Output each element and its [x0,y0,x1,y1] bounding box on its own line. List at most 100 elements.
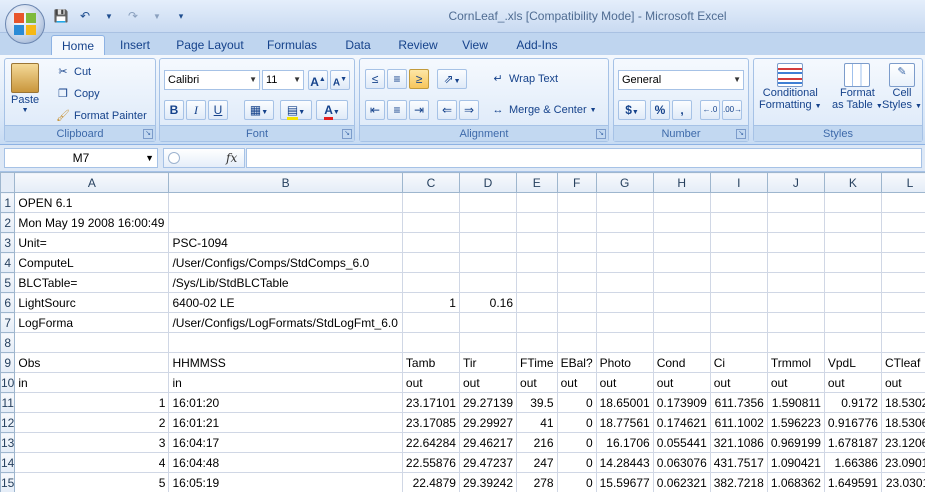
cell-k15[interactable]: 1.649591 [823,472,882,492]
decrease-decimal-button[interactable]: .00→ [722,100,742,120]
dialog-launcher-icon[interactable]: ↘ [596,129,606,139]
fill-color-button[interactable]: ▤▼ [280,100,312,120]
cell-b13[interactable]: 16:04:17 [168,432,403,453]
cell-l9[interactable]: CTleaf [880,352,925,373]
cell-f14[interactable]: 0 [556,452,597,473]
cell-d10[interactable]: out [458,372,518,393]
column-header-h[interactable]: H [652,172,711,193]
cell-e10[interactable]: out [516,372,558,393]
cell-j14[interactable]: 1.090421 [766,452,825,473]
row-header[interactable]: 13 [0,432,16,453]
cell-b10[interactable]: in [168,372,403,393]
cell-a8[interactable] [14,332,170,353]
column-header-j[interactable]: J [766,172,825,193]
cell-j13[interactable]: 0.969199 [766,432,825,453]
cell-j9[interactable]: Trmmol [766,352,825,373]
cell-d12[interactable]: 29.29927 [458,412,518,433]
cell-h9[interactable]: Cond [652,352,711,373]
cell-j12[interactable]: 1.596223 [766,412,825,433]
cell-h1[interactable] [652,192,711,213]
cell-j5[interactable] [766,272,825,293]
cell-d6[interactable]: 0.16 [458,292,518,313]
currency-button[interactable]: $▼ [618,100,646,120]
cell-g13[interactable]: 16.1706 [595,432,654,453]
bold-button[interactable]: B [164,100,184,120]
cell-f4[interactable] [556,252,597,273]
cell-d13[interactable]: 29.46217 [458,432,518,453]
cell-c3[interactable] [401,232,460,253]
cell-g11[interactable]: 18.65001 [595,392,654,413]
cell-d4[interactable] [458,252,518,273]
row-header[interactable]: 15 [0,472,16,492]
cell-k6[interactable] [823,292,882,313]
cell-a9[interactable]: Obs [14,352,170,373]
cell-h3[interactable] [652,232,711,253]
cell-h7[interactable] [652,312,711,333]
cell-i7[interactable] [709,312,768,333]
cell-a13[interactable]: 3 [14,432,170,453]
cell-e12[interactable]: 41 [516,412,558,433]
cell-g6[interactable] [595,292,654,313]
column-header-g[interactable]: G [595,172,654,193]
cell-c12[interactable]: 23.17085 [401,412,460,433]
row-header[interactable]: 11 [0,392,16,413]
cell-l12[interactable]: 18.53063 [880,412,925,433]
cell-k13[interactable]: 1.678187 [823,432,882,453]
cell-c14[interactable]: 22.55876 [401,452,460,473]
number-format-select[interactable]: General ▼ [618,70,744,90]
shrink-font-button[interactable]: A▼ [330,70,350,90]
dialog-launcher-icon[interactable]: ↘ [736,129,746,139]
cell-i9[interactable]: Ci [709,352,768,373]
cell-g4[interactable] [595,252,654,273]
cell-k3[interactable] [823,232,882,253]
office-button[interactable] [5,4,45,44]
row-header[interactable]: 5 [0,272,16,293]
insert-function-button[interactable]: fx [226,149,237,167]
row-header[interactable]: 2 [0,212,16,233]
cell-f7[interactable] [556,312,597,333]
grow-font-button[interactable]: A▲ [308,70,328,90]
cell-i3[interactable] [709,232,768,253]
underline-button[interactable]: U [208,100,228,120]
cell-b6[interactable]: 6400-02 LE [168,292,403,313]
cell-h12[interactable]: 0.174621 [652,412,711,433]
cell-l11[interactable]: 18.53026 [880,392,925,413]
cell-c2[interactable] [401,212,460,233]
align-center-button[interactable]: ≡ [387,100,407,120]
cell-l5[interactable] [880,272,925,293]
cell-l1[interactable] [880,192,925,213]
tab-formulas[interactable]: Formulas [261,35,323,55]
cut-button[interactable]: ✂ Cut [55,64,91,80]
column-header-d[interactable]: D [458,172,518,193]
select-all-button[interactable] [0,172,16,193]
cell-h11[interactable]: 0.173909 [652,392,711,413]
cell-j6[interactable] [766,292,825,313]
cell-k5[interactable] [823,272,882,293]
cell-c11[interactable]: 23.17101 [401,392,460,413]
cell-f15[interactable]: 0 [556,472,597,492]
cell-a14[interactable]: 4 [14,452,170,473]
tab-home[interactable]: Home [51,35,105,55]
align-left-button[interactable]: ⇤ [365,100,385,120]
cell-a12[interactable]: 2 [14,412,170,433]
cell-d1[interactable] [458,192,518,213]
cell-g1[interactable] [595,192,654,213]
cell-e14[interactable]: 247 [516,452,558,473]
cell-e7[interactable] [516,312,558,333]
cell-e2[interactable] [516,212,558,233]
increase-decimal-button[interactable]: ←.0 [700,100,720,120]
cell-c8[interactable] [401,332,460,353]
cell-j4[interactable] [766,252,825,273]
cell-l3[interactable] [880,232,925,253]
cell-a3[interactable]: Unit= [14,232,170,253]
column-header-k[interactable]: K [823,172,882,193]
dialog-launcher-icon[interactable]: ↘ [342,129,352,139]
align-top-button[interactable]: ≤ [365,69,385,89]
cell-i14[interactable]: 431.7517 [709,452,768,473]
decrease-indent-button[interactable]: ⇐ [437,100,457,120]
cell-g14[interactable]: 14.28443 [595,452,654,473]
tab-page-layout[interactable]: Page Layout [169,35,251,55]
cell-a6[interactable]: LightSourc [14,292,170,313]
cell-b8[interactable] [168,332,403,353]
cell-k10[interactable]: out [823,372,882,393]
